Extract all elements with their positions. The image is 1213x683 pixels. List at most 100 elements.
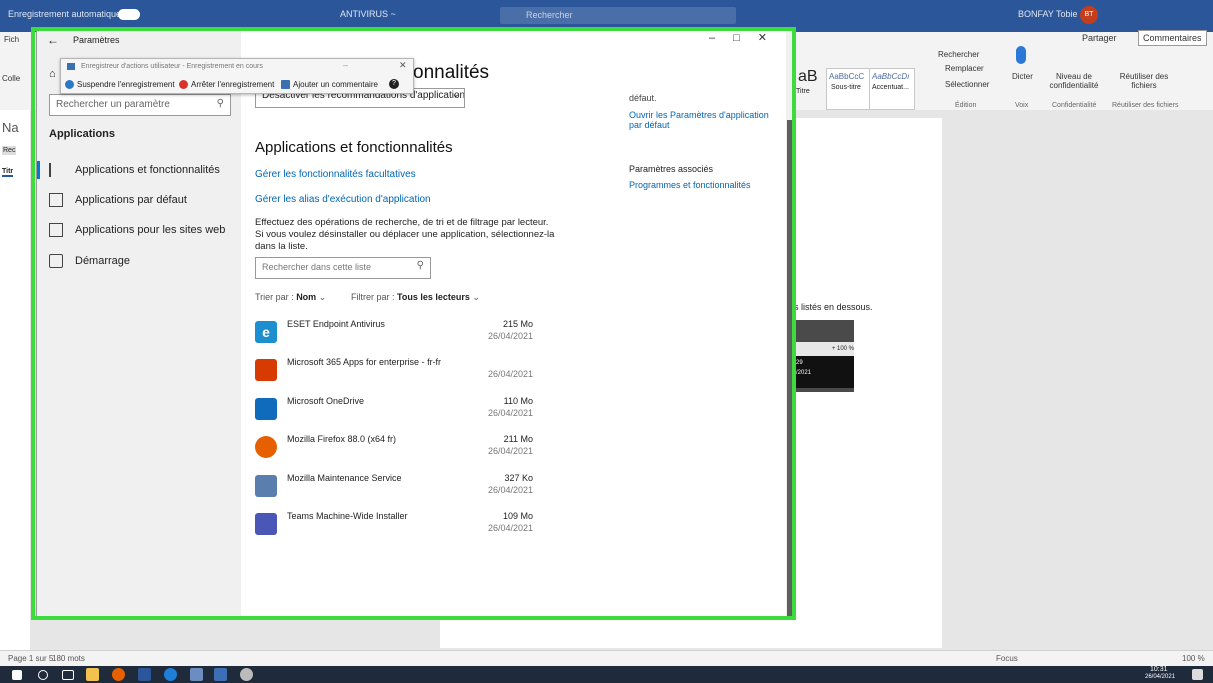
style-name: Sous-titre [831, 84, 861, 91]
page-count: Page 1 sur 5 [8, 654, 54, 663]
app-date: 26/04/2021 [487, 446, 533, 456]
style-name: Titre [796, 88, 810, 95]
firefox-icon[interactable] [112, 668, 125, 681]
autosave-toggle[interactable] [118, 9, 140, 20]
image-taskbar-snippet: 29 /2021 [794, 356, 854, 388]
filter-label: Filtrer par : [351, 292, 395, 302]
tab-file[interactable]: Fich [4, 35, 19, 44]
word-icon[interactable] [138, 668, 151, 681]
dictate-button[interactable]: Dicter [1012, 72, 1033, 81]
share-button[interactable]: Partager [1082, 33, 1117, 43]
list-icon [49, 163, 63, 177]
notification-icon[interactable] [1192, 669, 1203, 680]
select-button[interactable]: Sélectionner [945, 80, 989, 89]
scrollbar-thumb[interactable] [787, 120, 794, 618]
nav-item-default-apps[interactable]: Applications par défaut [49, 188, 187, 212]
clock-date[interactable]: 26/04/2021 [1145, 674, 1175, 680]
back-arrow-icon[interactable]: ← [47, 33, 59, 47]
reuse-group-label: Réutiliser des fichiers [1112, 102, 1179, 109]
sort-control[interactable]: Trier par : Nom ⌄ [255, 292, 326, 303]
style-sous-titre[interactable]: AaBbCcC Sous-titre [826, 68, 870, 110]
image-zoom: + 100 % [794, 342, 854, 356]
nav-item-startup[interactable]: Démarrage [49, 249, 130, 273]
voice-group-label: Voix [1015, 102, 1029, 109]
comment-icon [281, 80, 290, 89]
word-search-box[interactable]: Rechercher [500, 7, 736, 24]
steps-recorder-icon[interactable] [190, 668, 203, 681]
autosave-label: Enregistrement automatique [8, 9, 122, 19]
confidentiality-button[interactable]: Niveau de confidentialité [1048, 72, 1100, 90]
list-search-input[interactable]: Rechercher dans cette liste ⚲ [255, 257, 431, 279]
stop-recording-button[interactable]: Arrêter l'enregistrement [179, 80, 274, 89]
find-button[interactable]: Rechercher [938, 50, 979, 59]
home-icon[interactable]: ⌂ [49, 68, 56, 80]
windows-start-icon[interactable] [12, 670, 22, 680]
filter-control[interactable]: Filtrer par : Tous les lecteurs ⌄ [351, 292, 480, 303]
settings-search-input[interactable]: Rechercher un paramètre ⚲ [49, 94, 231, 116]
app-list-item[interactable]: Microsoft 365 Apps for enterprise - fr-f… [255, 357, 533, 395]
document-image[interactable]: + 100 % 29 /2021 [794, 320, 854, 392]
sort-value: Nom [296, 292, 317, 302]
app-list-item[interactable]: Mozilla Firefox 88.0 (x64 fr) 211 Mo 26/… [255, 434, 533, 472]
app-name: Microsoft OneDrive [287, 396, 365, 406]
comments-button[interactable]: Commentaires [1138, 30, 1207, 46]
style-sample: aB [798, 68, 818, 85]
window-title: Paramètres [73, 35, 120, 45]
link-default-app-settings[interactable]: Ouvrir les Paramètres d'application par … [629, 110, 784, 130]
chevron-down-icon: ⌄ [318, 292, 327, 302]
app-size: 110 Mo [503, 396, 533, 406]
nav-item-apps-features[interactable]: Applications et fonctionnalités [49, 158, 220, 182]
edge-icon[interactable] [164, 668, 177, 681]
nav-item-web-apps[interactable]: Applications pour les sites web [49, 218, 225, 242]
steps-recorder-window: Enregistreur d'actions utilisateur - Enr… [60, 58, 414, 94]
word-titlebar: Enregistrement automatique ANTIVIRUS ~ R… [0, 0, 1213, 32]
app-date: 26/04/2021 [487, 523, 533, 533]
nav-pane-tab-headings[interactable]: Titr [2, 168, 14, 177]
app-icon[interactable] [214, 668, 227, 681]
app-size: 215 Mo [502, 319, 533, 329]
paste-label[interactable]: Colle [2, 74, 20, 83]
app-name: Teams Machine-Wide Installer [287, 511, 408, 521]
web-apps-icon [49, 223, 63, 237]
link-app-alias[interactable]: Gérer les alias d'exécution d'applicatio… [255, 194, 431, 205]
nav-pane-search[interactable]: Rec [2, 146, 17, 155]
app-list-item[interactable]: Microsoft OneDrive 110 Mo 26/04/2021 [255, 396, 533, 434]
add-comment-button[interactable]: Ajouter un commentaire [281, 80, 378, 89]
default-apps-icon [49, 193, 63, 207]
task-view-icon[interactable] [62, 670, 74, 680]
window-controls[interactable]: –□✕ [709, 31, 785, 44]
file-explorer-icon[interactable] [86, 668, 99, 681]
search-icon: ⚲ [416, 260, 424, 271]
related-settings-heading: Paramètres associés [629, 164, 714, 174]
app-list-item[interactable]: e ESET Endpoint Antivirus 215 Mo 26/04/2… [255, 319, 533, 357]
settings-scrollbar[interactable] [786, 30, 795, 618]
clock-time[interactable]: 10:31 [1150, 666, 1168, 673]
style-titre[interactable]: aB Titre [796, 68, 824, 108]
app-list-item[interactable]: Teams Machine-Wide Installer 109 Mo 26/0… [255, 511, 533, 549]
minimize-icon[interactable]: – [343, 60, 348, 70]
reuse-files-button[interactable]: Réutiliser des fichiers [1118, 72, 1170, 90]
comment-label: Ajouter un commentaire [293, 80, 378, 89]
close-icon[interactable]: ✕ [399, 60, 407, 71]
app-name: Microsoft 365 Apps for enterprise - fr-f… [287, 357, 442, 367]
replace-button[interactable]: Remplacer [945, 64, 984, 73]
search-icon: ⚲ [216, 98, 224, 109]
help-icon[interactable]: ? [389, 79, 399, 89]
recorder-title: Enregistreur d'actions utilisateur - Enr… [81, 63, 263, 70]
user-avatar[interactable]: BT [1080, 6, 1098, 24]
style-accentuation[interactable]: AaBbCcDı Accentuat... [869, 68, 915, 110]
settings-sidebar: ← Paramètres ⌂ Rechercher un paramètre ⚲… [37, 30, 241, 618]
zoom-level[interactable]: 100 % [1182, 654, 1205, 663]
app-list-item[interactable]: Mozilla Maintenance Service 327 Ko 26/04… [255, 473, 533, 511]
focus-button[interactable]: Focus [996, 654, 1018, 663]
edition-group-label: Édition [955, 102, 977, 109]
settings-gear-icon[interactable] [240, 668, 253, 681]
office-icon [255, 359, 277, 381]
search-icon[interactable] [38, 670, 48, 680]
pause-recording-button[interactable]: Suspendre l'enregistrement [65, 80, 175, 89]
app-name: Mozilla Maintenance Service [287, 473, 402, 483]
link-optional-features[interactable]: Gérer les fonctionnalités facultatives [255, 169, 416, 180]
microphone-icon[interactable] [1016, 46, 1026, 64]
link-programs-features[interactable]: Programmes et fonctionnalités [629, 180, 751, 190]
stop-label: Arrêter l'enregistrement [191, 80, 275, 89]
